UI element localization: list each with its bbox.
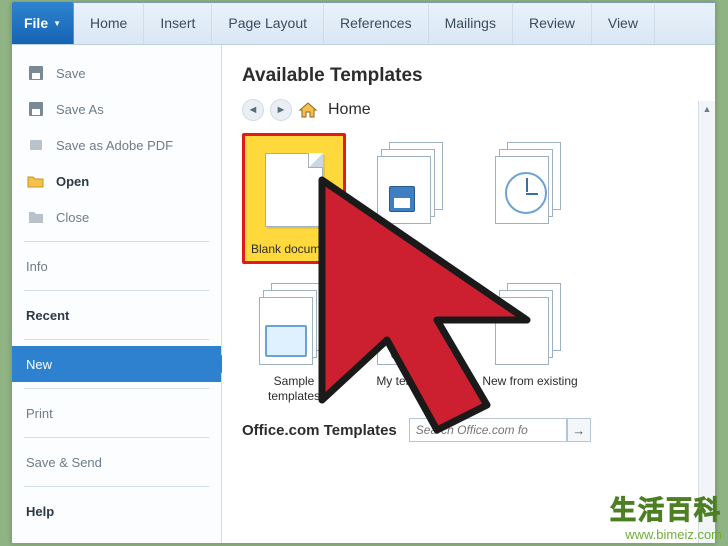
side-recent[interactable]: Recent: [12, 297, 221, 333]
save-as-icon: [26, 100, 46, 118]
side-new[interactable]: New: [12, 346, 221, 382]
search-officecom: →: [409, 418, 591, 442]
search-go-button[interactable]: →: [567, 418, 591, 442]
scrollbar[interactable]: ▲: [698, 101, 715, 543]
separator: [24, 290, 209, 291]
tile-new-from-existing[interactable]: New from existing: [478, 274, 582, 404]
my-templates-icon: [367, 274, 457, 370]
backstage: Save Save As Save as Adobe PDF Open Clos…: [12, 45, 715, 543]
tile-my-templates[interactable]: My templates: [360, 274, 464, 404]
separator: [24, 486, 209, 487]
separator: [24, 339, 209, 340]
nav-back-button[interactable]: ◄: [242, 99, 264, 121]
home-icon[interactable]: [298, 101, 318, 119]
separator: [24, 437, 209, 438]
blog-post-icon: [367, 133, 457, 229]
tab-insert[interactable]: Insert: [144, 2, 212, 44]
sample-templates-icon: [249, 274, 339, 370]
search-input[interactable]: [409, 418, 567, 442]
tab-view[interactable]: View: [592, 2, 655, 44]
side-save-as[interactable]: Save As: [12, 91, 221, 127]
tab-home[interactable]: Home: [74, 2, 144, 44]
tab-references[interactable]: References: [324, 2, 429, 44]
available-templates-header: Available Templates: [242, 65, 695, 87]
tile-sample-templates[interactable]: Sample templates: [242, 274, 346, 404]
side-open[interactable]: Open: [12, 163, 221, 199]
side-save-pdf[interactable]: Save as Adobe PDF: [12, 127, 221, 163]
content-pane: Available Templates ◄ ► Home Blank docum…: [222, 45, 715, 543]
tile-blank-document[interactable]: Blank document: [242, 133, 346, 264]
new-from-existing-icon: [485, 274, 575, 370]
word-backstage-window: File▼ Home Insert Page Layout References…: [11, 2, 716, 544]
officecom-header: Office.com Templates: [242, 422, 397, 439]
template-grid: Blank document: [242, 133, 695, 404]
recent-templates-icon: [485, 133, 575, 229]
tab-review[interactable]: Review: [513, 2, 592, 44]
tab-file[interactable]: File▼: [12, 2, 74, 44]
watermark: 生活百科 www.bimeiz.com: [610, 490, 722, 542]
chevron-down-icon: ▼: [53, 19, 61, 28]
tab-mailings[interactable]: Mailings: [429, 2, 513, 44]
nav-home-label: Home: [328, 101, 371, 119]
ribbon-tabs: File▼ Home Insert Page Layout References…: [12, 3, 715, 45]
close-file-icon: [26, 208, 46, 226]
save-icon: [26, 64, 46, 82]
side-print[interactable]: Print: [12, 395, 221, 431]
officecom-row: Office.com Templates →: [242, 418, 695, 442]
tab-page-layout[interactable]: Page Layout: [212, 2, 324, 44]
template-nav: ◄ ► Home: [242, 99, 695, 121]
side-save-send[interactable]: Save & Send: [12, 444, 221, 480]
side-info[interactable]: Info: [12, 248, 221, 284]
blank-document-icon: [249, 142, 339, 238]
backstage-sidebar: Save Save As Save as Adobe PDF Open Clos…: [12, 45, 222, 543]
scroll-up-icon[interactable]: ▲: [699, 101, 715, 117]
side-help[interactable]: Help: [12, 493, 221, 529]
nav-forward-button[interactable]: ►: [270, 99, 292, 121]
folder-open-icon: [26, 172, 46, 190]
side-close[interactable]: Close: [12, 199, 221, 235]
pdf-icon: [26, 136, 46, 154]
tile-recent-templates[interactable]: [478, 133, 582, 264]
separator: [24, 241, 209, 242]
tile-blog-post[interactable]: [360, 133, 464, 264]
side-save[interactable]: Save: [12, 55, 221, 91]
separator: [24, 388, 209, 389]
